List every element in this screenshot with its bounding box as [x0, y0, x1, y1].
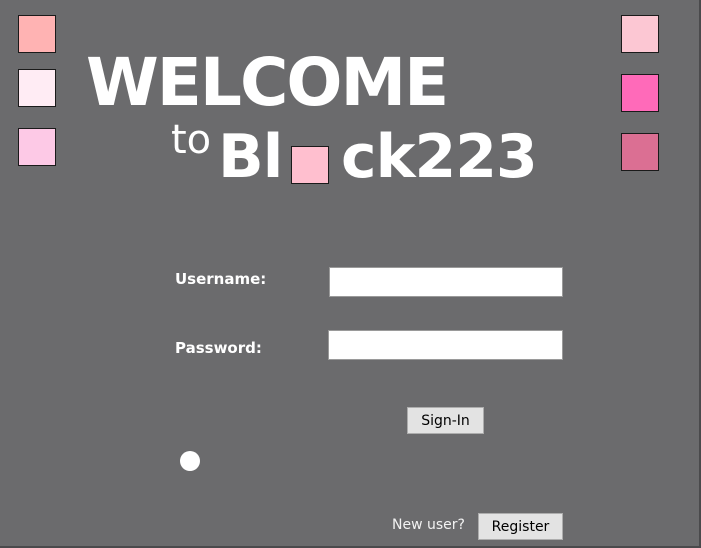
status-dot — [180, 451, 200, 471]
welcome-to-text: to — [171, 117, 212, 163]
username-label: Username: — [175, 270, 267, 288]
password-input[interactable] — [328, 330, 563, 360]
register-button[interactable]: Register — [478, 513, 563, 540]
logo-text-end: ck223 — [341, 122, 538, 192]
color-square-right-3 — [621, 133, 659, 171]
color-square-right-1 — [621, 15, 659, 53]
color-square-right-2 — [621, 74, 659, 112]
color-square-left-2 — [18, 69, 56, 107]
new-user-text: New user? — [392, 517, 465, 533]
password-label: Password: — [175, 339, 262, 357]
welcome-heading: WELCOME — [86, 44, 449, 121]
username-input[interactable] — [329, 267, 563, 297]
signin-button[interactable]: Sign-In — [407, 407, 484, 434]
logo-text-start: Bl — [218, 122, 283, 192]
color-square-left-1 — [18, 15, 56, 53]
color-square-left-3 — [18, 128, 56, 166]
logo-square — [291, 146, 329, 184]
